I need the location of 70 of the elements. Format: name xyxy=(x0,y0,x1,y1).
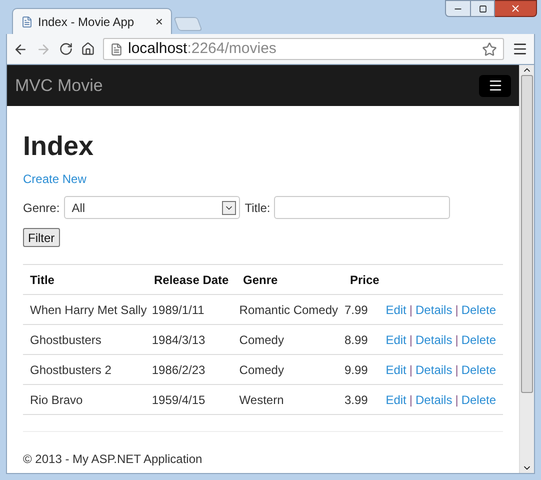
separator: | xyxy=(455,332,458,348)
maximize-icon xyxy=(478,4,486,12)
address-bar[interactable]: localhost:2264/movies xyxy=(103,38,504,60)
filter-button[interactable]: Filter xyxy=(23,228,60,247)
create-new-link[interactable]: Create New xyxy=(23,170,86,188)
separator: | xyxy=(455,362,458,378)
separator: | xyxy=(409,392,413,408)
browser-tab[interactable]: Index - Movie App × xyxy=(12,8,172,34)
close-button[interactable] xyxy=(495,0,537,17)
page-icon xyxy=(21,16,33,28)
reload-icon[interactable] xyxy=(59,42,73,56)
action-link[interactable]: Details xyxy=(416,390,452,408)
tab-title: Index - Movie App xyxy=(38,14,136,30)
genre-label: Genre: xyxy=(23,200,60,216)
title-input[interactable] xyxy=(274,196,450,219)
action-link[interactable]: Details xyxy=(416,360,452,378)
table-cell-text: Rio Bravo xyxy=(30,392,84,408)
table-cell-text: When Harry Met Sally xyxy=(30,302,148,318)
column-header: Title xyxy=(30,272,56,288)
footer-text: © 2013 - My ASP.NET Application xyxy=(23,452,202,466)
action-link[interactable]: Edit xyxy=(386,330,406,348)
table-cell-text: Ghostbusters xyxy=(30,332,102,348)
table-cell-text: Romantic Comedy xyxy=(239,302,339,318)
genre-select[interactable]: All xyxy=(64,196,240,219)
action-link[interactable]: Delete xyxy=(461,360,496,378)
table-cell-text: Western xyxy=(239,392,285,408)
back-icon[interactable] xyxy=(13,42,28,56)
table-cell-text: 1959/4/15 xyxy=(152,392,206,408)
table-cell-text: 9.99 xyxy=(344,362,369,378)
maximize-button[interactable] xyxy=(471,0,495,17)
close-icon xyxy=(510,3,521,14)
url-host: localhost xyxy=(128,40,188,57)
separator: | xyxy=(455,302,458,318)
page-icon xyxy=(110,42,123,56)
url-path: :2264/movies xyxy=(187,40,276,57)
column-header: Price xyxy=(350,272,380,288)
table-cell-text: Comedy xyxy=(239,362,285,378)
table-cell-text: 1989/1/11 xyxy=(152,302,206,318)
bookmark-star-icon[interactable] xyxy=(482,42,497,56)
action-link[interactable]: Edit xyxy=(386,360,406,378)
title-label: Title: xyxy=(244,200,270,216)
table-cell-text: 7.99 xyxy=(344,302,369,318)
scrollbar[interactable] xyxy=(519,65,534,473)
table-cell-text: Comedy xyxy=(239,332,285,348)
menu-icon xyxy=(488,78,502,93)
scrollbar-thumb[interactable] xyxy=(521,75,533,393)
action-link[interactable]: Delete xyxy=(461,330,496,348)
table-cell-text: 1984/3/13 xyxy=(152,332,206,348)
column-header: Genre xyxy=(243,272,279,288)
table-cell-text: 8.99 xyxy=(344,332,369,348)
separator: | xyxy=(455,392,458,408)
page-heading: Index xyxy=(23,130,95,162)
home-icon[interactable] xyxy=(81,42,95,56)
action-link[interactable]: Details xyxy=(416,330,452,348)
menu-icon[interactable] xyxy=(512,41,528,57)
separator: | xyxy=(409,362,413,378)
navbar-toggle-button[interactable] xyxy=(479,74,511,96)
action-link[interactable]: Edit xyxy=(386,300,406,318)
table-cell-text: 3.99 xyxy=(344,392,369,408)
column-header: Release Date xyxy=(154,272,230,288)
brand-link[interactable]: MVC Movie xyxy=(15,72,103,98)
table-cell-text: Ghostbusters 2 xyxy=(30,362,112,378)
action-link[interactable]: Delete xyxy=(461,390,496,408)
separator: | xyxy=(409,332,413,348)
table-cell-text: 1986/2/23 xyxy=(152,362,206,378)
separator: | xyxy=(409,302,413,318)
action-link[interactable]: Edit xyxy=(386,390,406,408)
action-link[interactable]: Delete xyxy=(461,300,496,318)
action-link[interactable]: Details xyxy=(416,300,452,318)
tab-close-button[interactable]: × xyxy=(155,12,163,32)
